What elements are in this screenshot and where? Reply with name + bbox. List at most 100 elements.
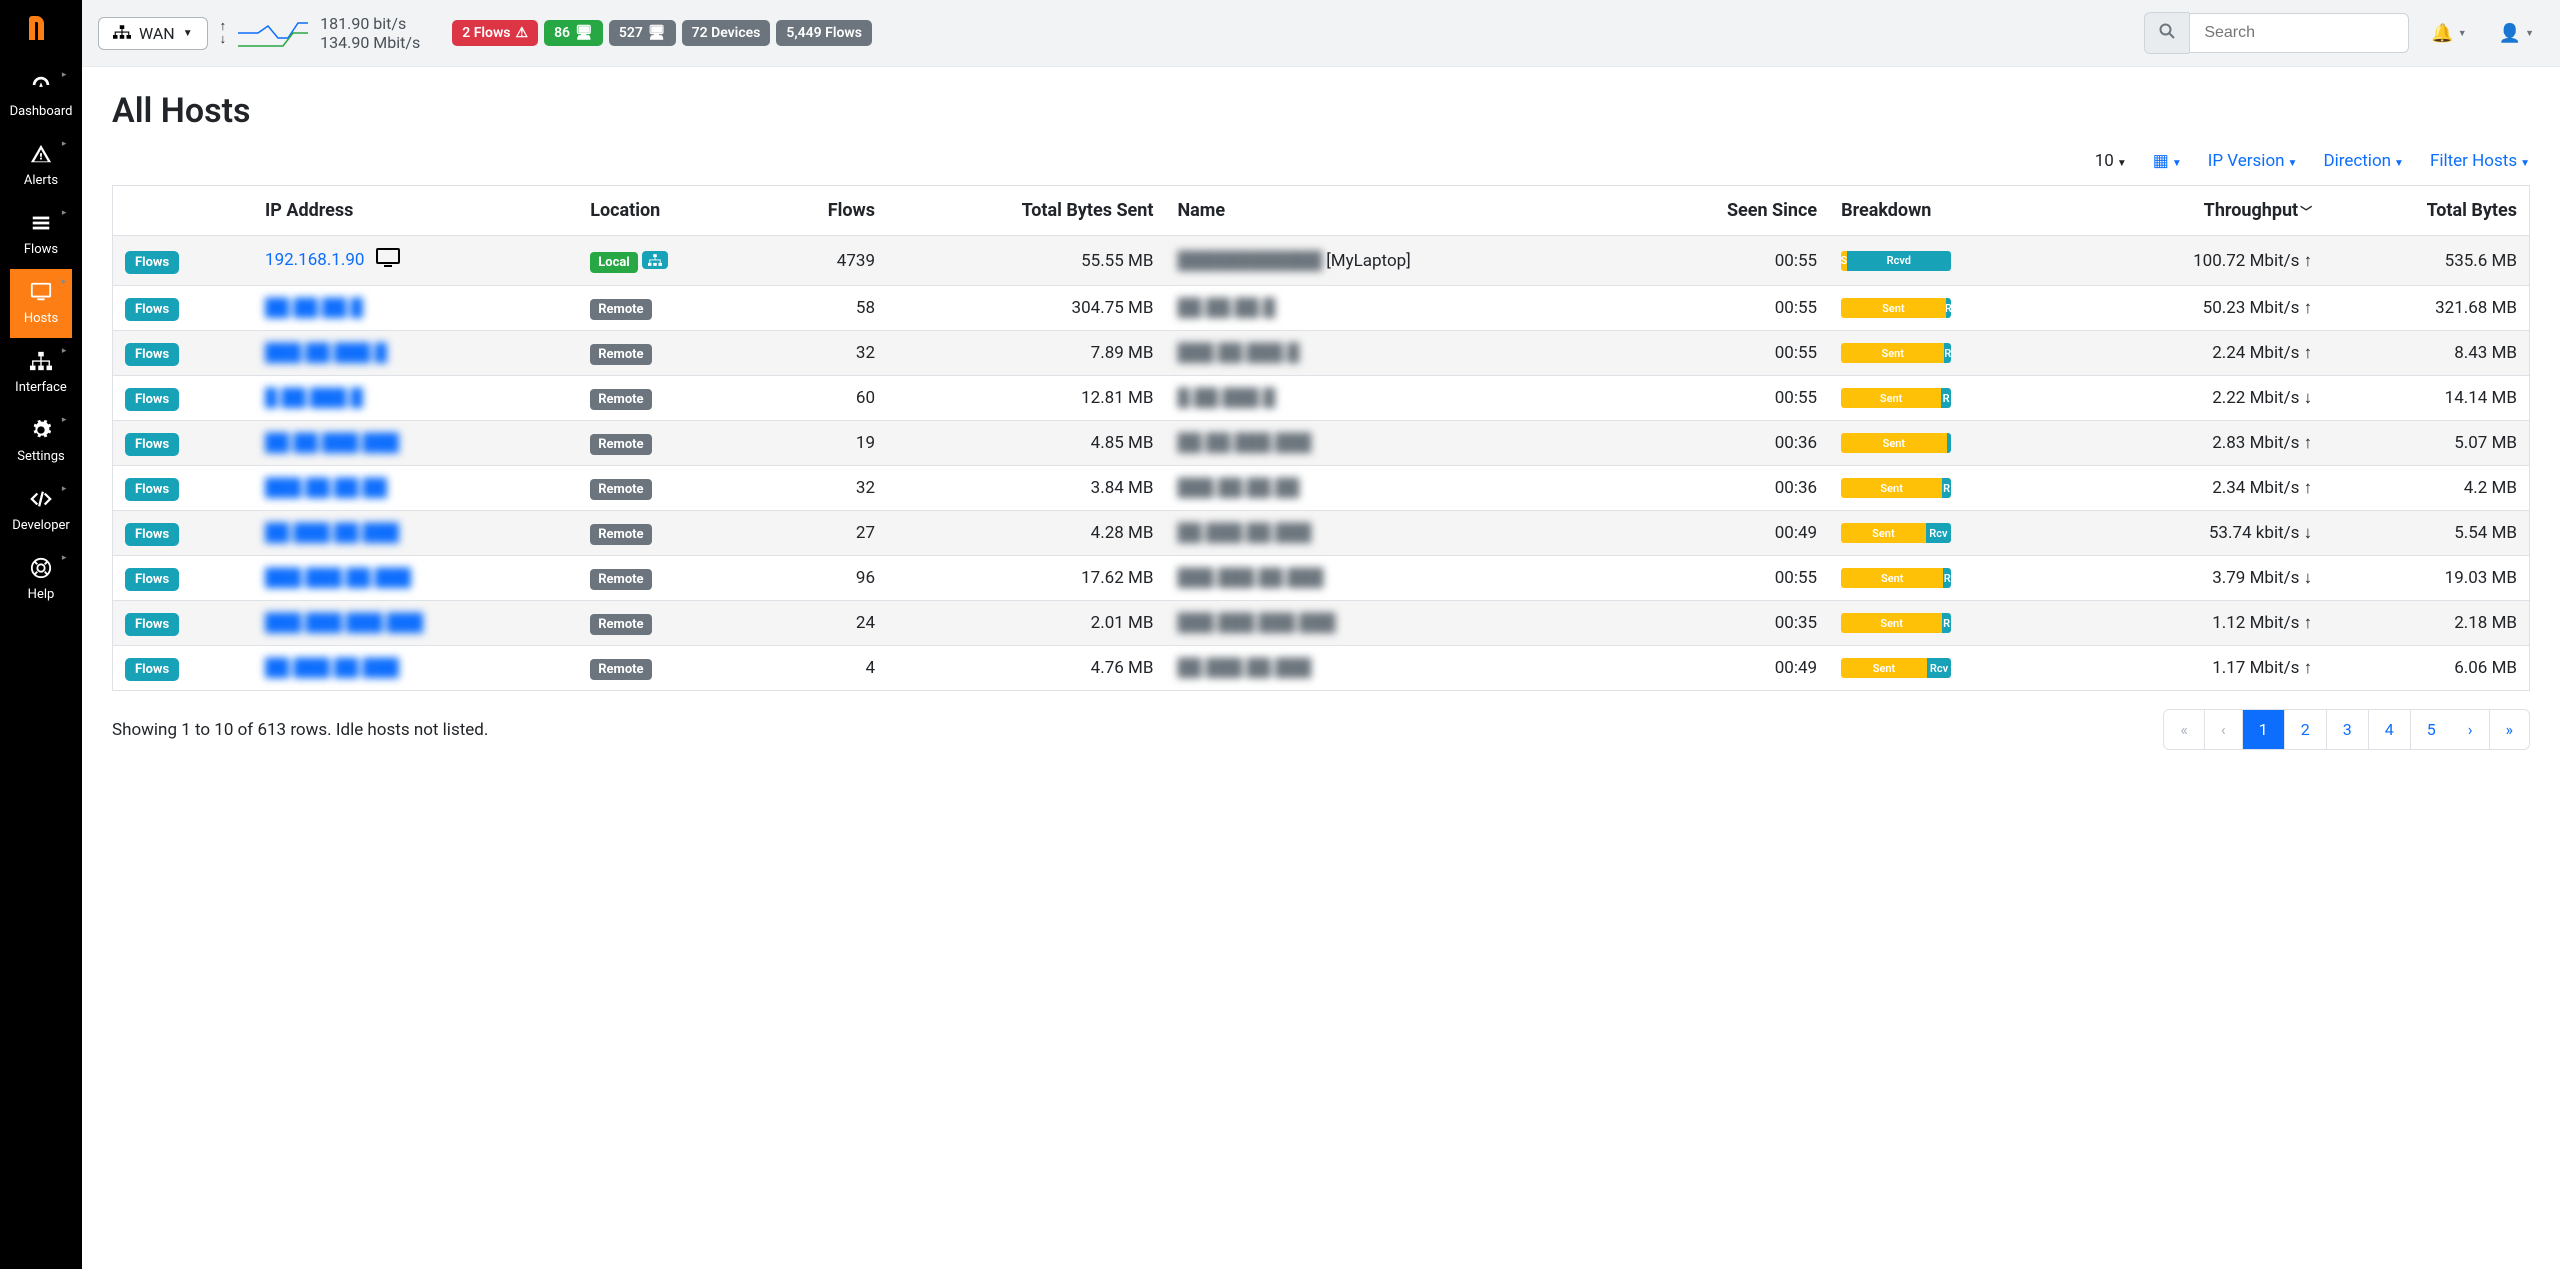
- flows-button[interactable]: Flows: [125, 613, 179, 636]
- host-name-redacted: ███.███.███.███: [1177, 613, 1335, 633]
- page-last[interactable]: »: [2490, 710, 2530, 749]
- page-3[interactable]: 3: [2327, 710, 2369, 749]
- columns-icon: ▦: [2153, 151, 2169, 171]
- notifications-button[interactable]: 🔔▼: [2421, 15, 2476, 52]
- badge-flows-total[interactable]: 5,449 Flows: [776, 20, 872, 46]
- ip-link[interactable]: ██.███.██.███: [265, 658, 399, 678]
- breakdown-bar: SRcvd: [1841, 251, 1951, 271]
- badge-count-gray[interactable]: 527🖥: [609, 20, 676, 46]
- page-5[interactable]: 5: [2411, 710, 2452, 749]
- col-throughput[interactable]: Throughput﹀: [2069, 186, 2325, 236]
- monitor-icon: 🖥: [575, 25, 593, 41]
- columns-selector[interactable]: ▦▼: [2153, 151, 2182, 171]
- direction-filter[interactable]: Direction▼: [2323, 151, 2404, 171]
- filter-hosts[interactable]: Filter Hosts▼: [2430, 151, 2530, 171]
- ip-link[interactable]: ██.██.███.███: [265, 433, 399, 453]
- page-4[interactable]: 4: [2369, 710, 2411, 749]
- host-name-redacted: ██.███.██.███: [1177, 523, 1311, 543]
- search-icon: [2159, 23, 2175, 39]
- flows-button[interactable]: Flows: [125, 433, 179, 456]
- flows-button[interactable]: Flows: [125, 478, 179, 501]
- ip-link[interactable]: ███.███.██.███: [265, 568, 411, 588]
- table-row: Flows██.███.██.███Remote274.28 MB██.███.…: [113, 511, 2530, 556]
- flows-count: 58: [760, 286, 887, 331]
- ip-link[interactable]: ███.██.███.█: [265, 343, 387, 363]
- flows-button[interactable]: Flows: [125, 523, 179, 546]
- col-total-sent[interactable]: Total Bytes Sent: [887, 186, 1165, 236]
- sidebar-item-help[interactable]: ▸Help: [10, 545, 73, 614]
- table-row: Flows█.██.███.█Remote6012.81 MB█.██.███.…: [113, 376, 2530, 421]
- flows-button[interactable]: Flows: [125, 658, 179, 681]
- page-next[interactable]: ›: [2452, 710, 2490, 749]
- location-badge-remote: Remote: [590, 299, 651, 320]
- flows-count: 32: [760, 331, 887, 376]
- sidebar-item-dashboard[interactable]: ▸Dashboard: [10, 62, 73, 131]
- search-input[interactable]: [2189, 13, 2409, 53]
- col-seen-since[interactable]: Seen Since: [1625, 186, 1829, 236]
- sitemap-icon: [113, 24, 131, 43]
- host-name-redacted: ████████████: [1177, 251, 1322, 271]
- flows-button[interactable]: Flows: [125, 251, 179, 274]
- sidebar-item-developer[interactable]: ▸Developer: [10, 476, 73, 545]
- seen-since: 00:55: [1625, 376, 1829, 421]
- flows-button[interactable]: Flows: [125, 343, 179, 366]
- location-badge-remote: Remote: [590, 479, 651, 500]
- ip-link[interactable]: ███.███.███.███: [265, 613, 423, 633]
- location-badge-remote: Remote: [590, 614, 651, 635]
- ip-link[interactable]: 192.168.1.90: [265, 250, 364, 270]
- sidebar-item-alerts[interactable]: ▸Alerts: [10, 131, 73, 200]
- flows-button[interactable]: Flows: [125, 568, 179, 591]
- bytes-sent: 55.55 MB: [887, 236, 1165, 286]
- badge-flows-alert[interactable]: 2 Flows⚠: [452, 20, 538, 46]
- flows-button[interactable]: Flows: [125, 388, 179, 411]
- col-breakdown[interactable]: Breakdown: [1829, 186, 2068, 236]
- search-button[interactable]: [2144, 12, 2189, 54]
- page-prev[interactable]: ‹: [2205, 710, 2243, 749]
- badge-count-green[interactable]: 86🖥: [544, 20, 603, 46]
- col-name[interactable]: Name: [1165, 186, 1625, 236]
- ip-link[interactable]: █.██.███.█: [265, 388, 363, 408]
- badge-devices[interactable]: 72 Devices: [682, 20, 771, 46]
- interface-selector[interactable]: WAN ▼: [98, 17, 208, 50]
- page-2[interactable]: 2: [2285, 710, 2327, 749]
- flows-count: 19: [760, 421, 887, 466]
- pagination: « ‹ 12345 › »: [2163, 709, 2530, 750]
- col-ip[interactable]: IP Address: [253, 186, 578, 236]
- sidebar-item-settings[interactable]: ▸Settings: [10, 407, 73, 476]
- user-menu-button[interactable]: 👤▼: [2489, 15, 2544, 52]
- logo[interactable]: [23, 10, 59, 46]
- table-row: Flows██.██.███.███Remote194.85 MB██.██.█…: [113, 421, 2530, 466]
- down-rate: 134.90 Mbit/s: [320, 33, 420, 52]
- ip-link[interactable]: ███.██.██.██: [265, 478, 387, 498]
- total-bytes: 14.14 MB: [2324, 376, 2529, 421]
- caret-right-icon: ▸: [62, 70, 67, 80]
- location-badge-remote: Remote: [590, 659, 651, 680]
- col-location[interactable]: Location: [578, 186, 759, 236]
- ip-link[interactable]: ██.██.██.█: [265, 298, 363, 318]
- page-1[interactable]: 1: [2243, 710, 2285, 749]
- ip-link[interactable]: ██.███.██.███: [265, 523, 399, 543]
- up-rate: 181.90 bit/s: [320, 14, 420, 33]
- caret-right-icon: ▸: [62, 553, 67, 563]
- host-name-redacted: ██.██.███.███: [1177, 433, 1311, 453]
- throughput: 2.24 Mbit/s: [2069, 331, 2325, 376]
- page-size-selector[interactable]: 10▼: [2095, 151, 2127, 171]
- throughput: 53.74 kbit/s: [2069, 511, 2325, 556]
- page-first[interactable]: «: [2164, 710, 2205, 749]
- monitor-icon: 🖥: [648, 25, 666, 41]
- table-row: Flows192.168.1.90Local473955.55 MB██████…: [113, 236, 2530, 286]
- sidebar-item-hosts[interactable]: ▸Hosts: [10, 269, 73, 338]
- sidebar-item-flows[interactable]: ▸Flows: [10, 200, 73, 269]
- flows-count: 4: [760, 646, 887, 691]
- sidebar-item-interface[interactable]: ▸Interface: [10, 338, 73, 407]
- bell-icon: 🔔: [2431, 23, 2453, 44]
- col-total-bytes[interactable]: Total Bytes: [2324, 186, 2529, 236]
- throughput: 1.12 Mbit/s: [2069, 601, 2325, 646]
- flows-button[interactable]: Flows: [125, 298, 179, 321]
- sort-desc-icon: ﹀: [2300, 205, 2312, 219]
- sidebar-item-label: Alerts: [24, 173, 58, 188]
- total-bytes: 6.06 MB: [2324, 646, 2529, 691]
- col-flows[interactable]: Flows: [760, 186, 887, 236]
- ip-version-filter[interactable]: IP Version▼: [2208, 151, 2298, 171]
- seen-since: 00:36: [1625, 466, 1829, 511]
